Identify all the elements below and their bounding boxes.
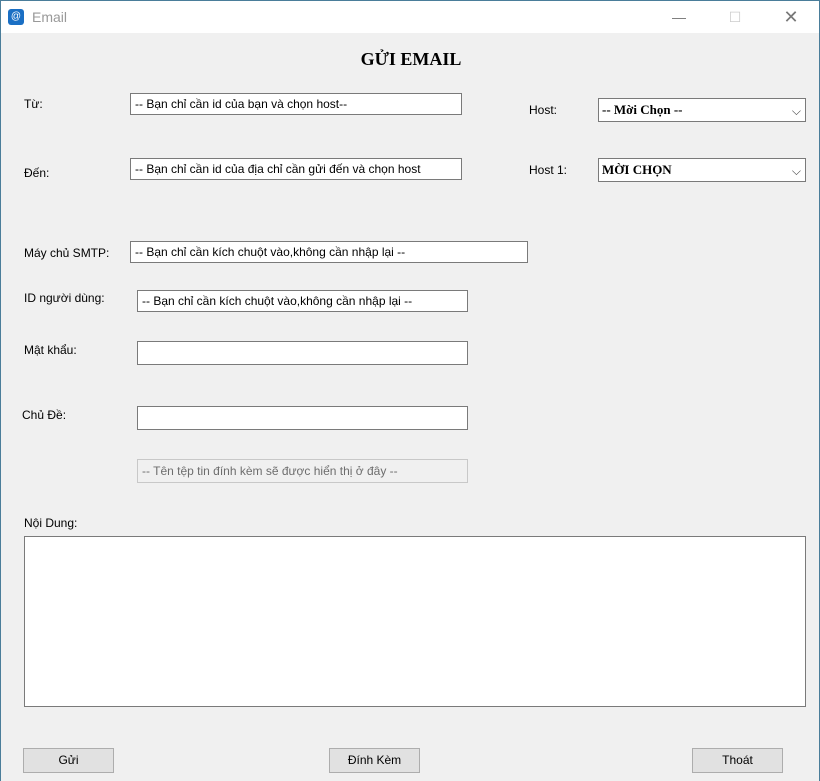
to-field[interactable]: -- Bạn chỉ cần id của địa chỉ cần gửi đế… — [130, 158, 462, 180]
from-label: Từ: — [24, 97, 43, 111]
attach-button[interactable]: Đính Kèm — [329, 748, 420, 773]
close-icon[interactable]: ✕ — [768, 1, 814, 33]
host1-select[interactable]: MỜI CHỌN ⌵ — [598, 158, 806, 182]
host-select-value: -- Mời Chọn -- — [602, 102, 683, 117]
subject-label: Chủ Đề: — [22, 408, 67, 422]
subject-field[interactable] — [137, 406, 468, 430]
exit-button[interactable]: Thoát — [692, 748, 783, 773]
content-label: Nội Dung: — [24, 516, 78, 530]
password-label: Mật khẩu: — [24, 343, 77, 357]
host1-label: Host 1: — [529, 163, 568, 177]
minimize-icon[interactable]: — — [656, 1, 702, 33]
smtp-label: Máy chủ SMTP: — [24, 246, 110, 260]
attachment-field: -- Tên tệp tin đính kèm sẽ được hiển thị… — [137, 459, 468, 483]
title-bar: @ Email — ☐ ✕ — [1, 1, 819, 33]
host-select[interactable]: -- Mời Chọn -- ⌵ — [598, 98, 806, 122]
content-textarea[interactable] — [24, 536, 806, 707]
chevron-down-icon[interactable]: ⌵ — [792, 160, 801, 181]
smtp-field[interactable]: -- Bạn chỉ cần kích chuột vào,không cần … — [130, 241, 528, 263]
userid-field[interactable]: -- Bạn chỉ cần kích chuột vào,không cần … — [137, 290, 468, 312]
form-title: GỬI EMAIL — [360, 49, 462, 69]
window-title: Email — [32, 9, 68, 25]
email-window: @ Email — ☐ ✕ GỬI EMAIL Từ: -- Bạn chỉ c… — [0, 0, 820, 781]
to-label: Đến: — [24, 166, 50, 180]
send-button[interactable]: Gửi — [23, 748, 114, 773]
email-app-icon: @ — [8, 9, 24, 25]
maximize-icon[interactable]: ☐ — [712, 1, 758, 33]
userid-label: ID người dùng: — [24, 291, 105, 305]
password-field[interactable] — [137, 341, 468, 365]
host1-select-value: MỜI CHỌN — [602, 162, 672, 177]
chevron-down-icon[interactable]: ⌵ — [792, 100, 801, 121]
from-field[interactable]: -- Bạn chỉ cần id của bạn và chọn host-- — [130, 93, 462, 115]
host-label: Host: — [529, 103, 558, 117]
